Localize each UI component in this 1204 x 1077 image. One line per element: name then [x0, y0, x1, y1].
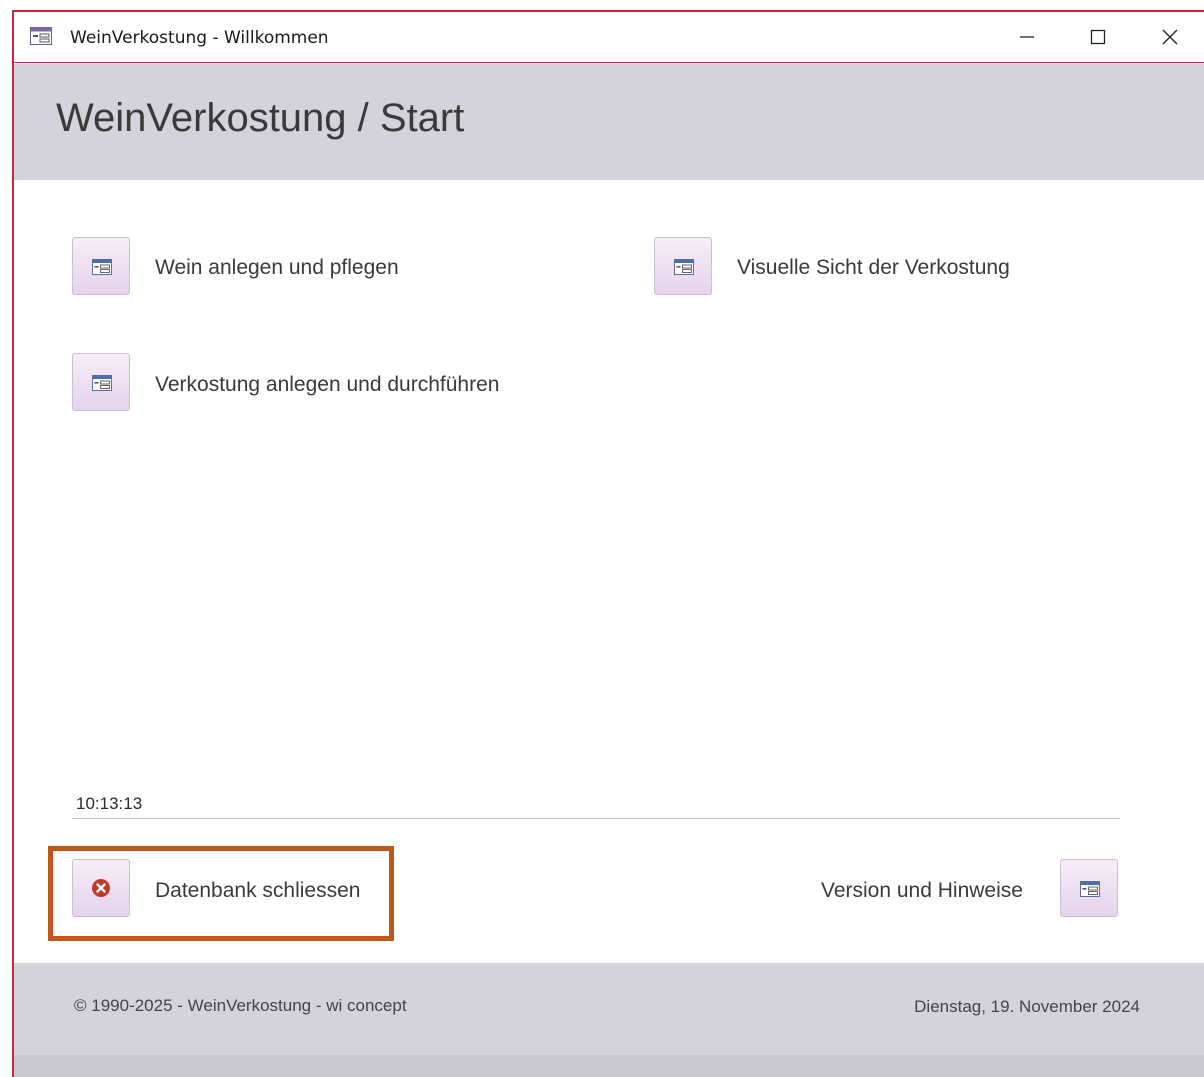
footer-strip: [14, 1055, 1204, 1077]
minimize-icon: [1020, 36, 1034, 38]
maximize-button[interactable]: [1078, 22, 1118, 52]
highlight-box: [48, 846, 394, 941]
maximize-icon: [1090, 29, 1106, 45]
app-window: WeinVerkostung - Willkommen WeinVerkostu…: [12, 10, 1204, 1077]
form-icon: [674, 259, 694, 275]
copyright-text: © 1990-2025 - WeinVerkostung - wi concep…: [74, 996, 407, 1015]
close-window-button[interactable]: [1150, 22, 1190, 52]
form-icon: [1080, 881, 1100, 897]
form-icon: [92, 259, 112, 275]
page-header: WeinVerkostung / Start: [14, 64, 1204, 180]
close-icon: [1162, 29, 1178, 45]
form-icon: [92, 375, 112, 391]
divider: [72, 818, 1120, 819]
visual-view-link[interactable]: Visuelle Sicht der Verkostung: [737, 256, 1010, 280]
verkostung-link[interactable]: Verkostung anlegen und durchführen: [155, 373, 499, 397]
version-link[interactable]: Version und Hinweise: [821, 879, 1023, 903]
page-title: WeinVerkostung / Start: [56, 96, 465, 140]
wein-button[interactable]: [72, 237, 130, 295]
window-title: WeinVerkostung - Willkommen: [70, 28, 329, 48]
app-form-icon: [30, 27, 52, 45]
page-footer: © 1990-2025 - WeinVerkostung - wi concep…: [14, 963, 1204, 1055]
current-date: Dienstag, 19. November 2024: [914, 997, 1140, 1016]
wein-link[interactable]: Wein anlegen und pflegen: [155, 256, 399, 280]
title-bar[interactable]: WeinVerkostung - Willkommen: [14, 12, 1204, 63]
verkostung-button[interactable]: [72, 353, 130, 411]
clock-time: 10:13:13: [76, 794, 143, 813]
version-button[interactable]: [1060, 859, 1118, 917]
minimize-button[interactable]: [1007, 22, 1047, 52]
visual-view-button[interactable]: [654, 237, 712, 295]
